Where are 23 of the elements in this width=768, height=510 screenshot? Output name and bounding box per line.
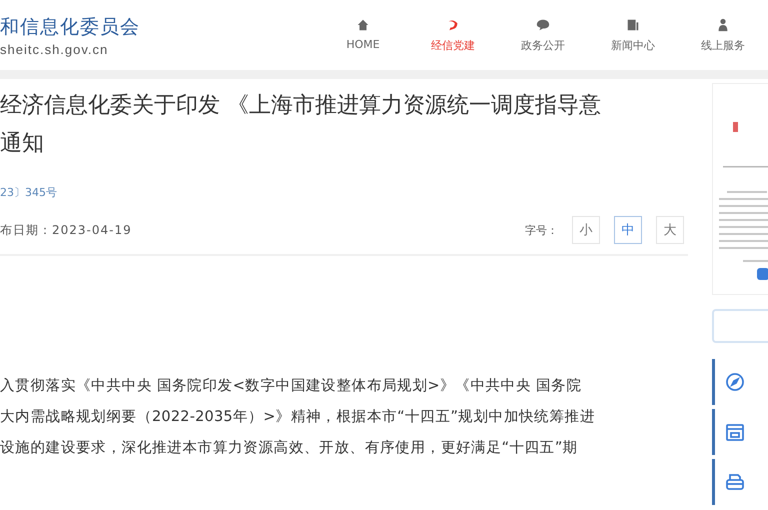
body-text: 大内需战略规划纲要（2022-2035年）>》精神，根据本市“十四五”规划中加快统筹推进 xyxy=(0,408,596,427)
publish-date: 布日期：2023-04-19 xyxy=(0,222,132,238)
font-size-button[interactable]: 大 xyxy=(656,216,684,244)
nav-item[interactable]: 新闻中心 xyxy=(590,18,676,52)
nav-item[interactable]: 经信党建 xyxy=(410,18,496,52)
font-size-button[interactable]: 小 xyxy=(572,216,600,244)
newspaper-icon xyxy=(626,18,640,32)
body-text: 入贯彻落实《中共中央 国务院印发<数字中国建设整体布局规划>》《中共中央 国务院 xyxy=(0,376,583,396)
font-size-button[interactable]: 中 xyxy=(614,216,642,244)
nav-item[interactable]: 政务公开 xyxy=(500,18,586,52)
chat-icon xyxy=(536,18,550,32)
site-name: 和信息化委员会 xyxy=(0,14,140,40)
nav-item[interactable]: HOME xyxy=(320,18,406,52)
person-icon xyxy=(716,18,730,32)
font-size-label: 字号： xyxy=(525,222,558,238)
body-text: 设施的建设要求，深化推进本市算力资源高效、开放、有序使用，更好满足“十四五”期 xyxy=(0,438,579,458)
site-url: sheitc.sh.gov.cn xyxy=(0,42,110,56)
home-icon xyxy=(356,18,370,32)
document-thumbnail[interactable] xyxy=(712,83,768,295)
nav-item[interactable]: 线上服务 xyxy=(680,18,766,52)
article-title: 通知 xyxy=(0,130,45,158)
article-title: 经济信息化委关于印发 《上海市推进算力资源统一调度指导意 xyxy=(0,92,602,120)
document-number: 23〕345号 xyxy=(0,185,58,200)
